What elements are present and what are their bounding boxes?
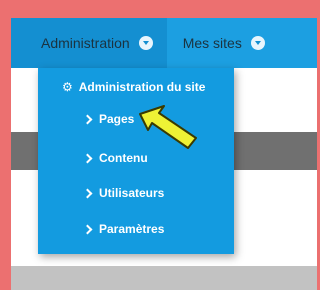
nav-administration[interactable]: Administration <box>11 18 167 68</box>
menu-item-pages[interactable]: Pages <box>82 112 135 126</box>
chevron-right-icon <box>82 224 93 234</box>
dropdown-header-label: Administration du site <box>78 80 206 94</box>
menu-item-label: Utilisateurs <box>99 186 165 200</box>
gear-icon: ⚙ <box>62 80 73 94</box>
chevron-down-icon <box>138 36 153 50</box>
menu-item-parametres[interactable]: Paramètres <box>82 222 165 236</box>
chevron-right-icon <box>82 188 93 198</box>
administration-dropdown-menu: ⚙ Administration du site Pages Contenu U… <box>38 68 234 254</box>
top-navbar: Administration Mes sites <box>11 18 317 68</box>
menu-item-label: Pages <box>99 112 135 126</box>
nav-mes-sites-label: Mes sites <box>182 35 242 51</box>
chevron-down-icon <box>250 36 265 50</box>
dropdown-header-site-admin[interactable]: ⚙ Administration du site <box>62 80 205 94</box>
chevron-right-icon <box>82 153 93 163</box>
annotation-arrow-icon <box>139 105 197 149</box>
menu-item-utilisateurs[interactable]: Utilisateurs <box>82 186 165 200</box>
nav-mes-sites[interactable]: Mes sites <box>167 18 265 68</box>
chevron-right-icon <box>82 114 93 124</box>
content-bottom-band <box>11 266 317 290</box>
nav-administration-label: Administration <box>41 35 130 51</box>
menu-item-label: Paramètres <box>99 222 165 236</box>
